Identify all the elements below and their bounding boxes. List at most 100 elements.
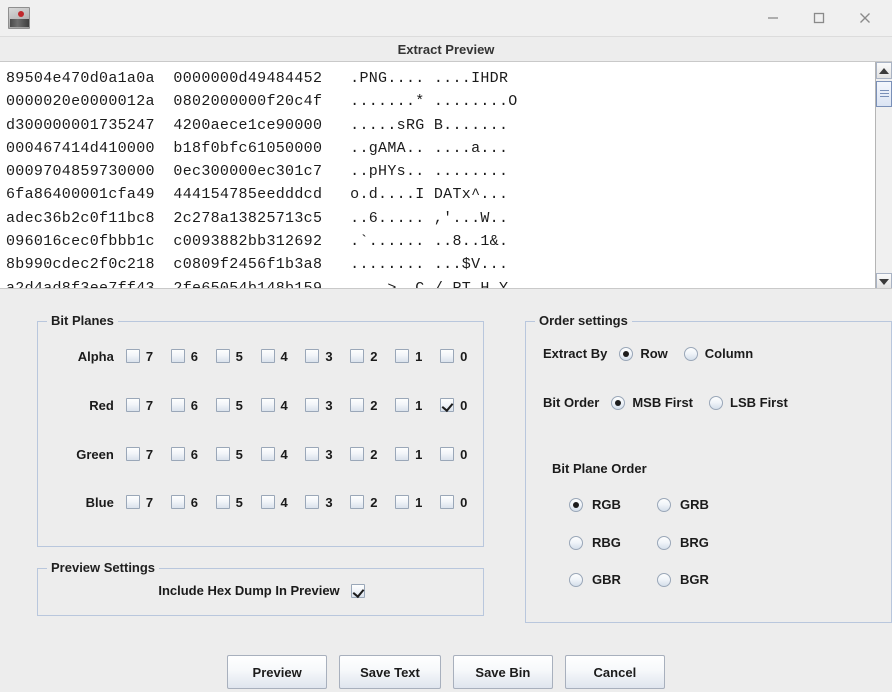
- bit-plane-cell-alpha-0[interactable]: 0: [440, 349, 485, 364]
- bit-checkbox-blue-3[interactable]: [305, 495, 320, 509]
- radio-bit-plane-order-rbg[interactable]: RBG: [569, 535, 621, 550]
- bit-plane-cell-blue-1[interactable]: 1: [395, 495, 440, 510]
- bit-checkbox-alpha-3[interactable]: [305, 349, 320, 363]
- bit-checkbox-alpha-5[interactable]: [215, 349, 230, 363]
- bit-checkbox-blue-1[interactable]: [395, 495, 410, 509]
- bit-plane-cell-blue-4[interactable]: 4: [260, 495, 306, 510]
- bit-plane-cell-green-0[interactable]: 0: [440, 447, 485, 462]
- bit-checkbox-alpha-6[interactable]: [170, 349, 185, 363]
- include-hex-dump-checkbox[interactable]: [350, 583, 365, 598]
- bit-checkbox-red-7[interactable]: [125, 398, 140, 412]
- bit-checkbox-red-1[interactable]: [395, 398, 410, 412]
- bit-checkbox-red-4[interactable]: [260, 398, 275, 412]
- maximize-icon[interactable]: [796, 0, 842, 36]
- scrollbar-track[interactable]: [876, 79, 892, 273]
- bit-checkbox-green-6[interactable]: [170, 447, 185, 461]
- bit-plane-cell-red-6[interactable]: 6: [170, 398, 216, 413]
- save-text-button[interactable]: Save Text: [339, 655, 441, 689]
- bit-checkbox-red-3[interactable]: [305, 398, 320, 412]
- scroll-up-icon[interactable]: [876, 62, 892, 79]
- hex-dump-line: d300000001735247 4200aece1ce90000 .....s…: [6, 114, 862, 137]
- radio-extract-by-column[interactable]: Column: [683, 346, 753, 361]
- bit-plane-cell-green-3[interactable]: 3: [305, 447, 350, 462]
- radio-bit-plane-order-brg[interactable]: BRG: [657, 535, 709, 550]
- bit-plane-cell-red-5[interactable]: 5: [215, 398, 261, 413]
- bit-checkbox-red-0[interactable]: [440, 398, 455, 412]
- bit-plane-cell-red-3[interactable]: 3: [305, 398, 350, 413]
- bit-plane-cell-red-2[interactable]: 2: [350, 398, 395, 413]
- bit-plane-cell-red-7[interactable]: 7: [125, 398, 171, 413]
- bit-checkbox-alpha-0[interactable]: [440, 349, 455, 363]
- bit-plane-cell-green-2[interactable]: 2: [350, 447, 395, 462]
- bit-checkbox-blue-2[interactable]: [350, 495, 365, 509]
- bit-checkbox-green-1[interactable]: [395, 447, 410, 461]
- bit-plane-cell-blue-5[interactable]: 5: [215, 495, 261, 510]
- radio-label: GBR: [592, 572, 621, 587]
- bit-checkbox-blue-0[interactable]: [440, 495, 455, 509]
- hex-bytes: adec36b2c0f11bc8 2c278a13825713c5: [6, 209, 323, 227]
- bit-checkbox-red-5[interactable]: [215, 398, 230, 412]
- radio-bit-plane-order-gbr[interactable]: GBR: [569, 572, 621, 587]
- bit-plane-cell-red-0[interactable]: 0: [440, 398, 485, 413]
- bit-checkbox-alpha-4[interactable]: [260, 349, 275, 363]
- hex-dump-view[interactable]: 89504e470d0a1a0a 0000000d49484452 .PNG..…: [0, 61, 892, 289]
- bit-plane-cell-red-1[interactable]: 1: [395, 398, 440, 413]
- bit-plane-cell-green-6[interactable]: 6: [170, 447, 216, 462]
- bit-checkbox-blue-5[interactable]: [215, 495, 230, 509]
- bit-plane-cell-alpha-6[interactable]: 6: [170, 349, 216, 364]
- dialog-button-bar: Preview Save Text Save Bin Cancel: [0, 655, 892, 689]
- radio-indicator-icon: [657, 572, 671, 587]
- ascii-bytes: ....>..C /.PT.H.Y: [322, 279, 509, 289]
- radio-bit-plane-order-bgr[interactable]: BGR: [657, 572, 709, 587]
- preview-button[interactable]: Preview: [227, 655, 328, 689]
- bit-checkbox-alpha-7[interactable]: [125, 349, 140, 363]
- bit-checkbox-alpha-2[interactable]: [350, 349, 365, 363]
- bit-plane-channel-label: Blue: [85, 494, 114, 510]
- hex-dump-scrollbar[interactable]: [875, 62, 892, 288]
- bit-plane-cell-blue-0[interactable]: 0: [440, 495, 485, 510]
- bit-plane-cell-alpha-3[interactable]: 3: [305, 349, 350, 364]
- cancel-button[interactable]: Cancel: [564, 655, 665, 689]
- radio-bit-plane-order-rgb[interactable]: RGB: [569, 497, 621, 512]
- bit-plane-cell-blue-6[interactable]: 6: [170, 495, 216, 510]
- bit-plane-cell-green-1[interactable]: 1: [395, 447, 440, 462]
- radio-bit-plane-order-grb[interactable]: GRB: [657, 497, 709, 512]
- minimize-icon[interactable]: [750, 0, 796, 36]
- bit-planes-panel: Bit Planes Alpha 7 6 5 4 3 2 1 0 Red 7 6 5 4 3 2 1 0 Gre…: [37, 313, 485, 547]
- bit-plane-cell-alpha-2[interactable]: 2: [350, 349, 395, 364]
- radio-bit-order-msb-first[interactable]: MSB First: [611, 395, 693, 410]
- bit-plane-cell-blue-3[interactable]: 3: [305, 495, 350, 510]
- radio-bit-order-lsb-first[interactable]: LSB First: [709, 395, 788, 410]
- hex-dump-line: 000467414d410000 b18f0bfc61050000 ..gAMA…: [6, 137, 862, 160]
- bit-checkbox-green-4[interactable]: [260, 447, 275, 461]
- bit-checkbox-green-5[interactable]: [215, 447, 230, 461]
- bit-checkbox-green-0[interactable]: [440, 447, 455, 461]
- bit-plane-cell-blue-7[interactable]: 7: [125, 495, 171, 510]
- bit-checkbox-red-2[interactable]: [350, 398, 365, 412]
- radio-extract-by-row[interactable]: Row: [619, 346, 668, 361]
- bit-checkbox-green-3[interactable]: [305, 447, 320, 461]
- bit-checkbox-red-6[interactable]: [170, 398, 185, 412]
- bit-checkbox-blue-6[interactable]: [170, 495, 185, 509]
- bit-checkbox-blue-7[interactable]: [125, 495, 140, 509]
- hex-bytes: 096016cec0fbbb1c c0093882bb312692: [6, 233, 323, 251]
- bit-plane-cell-alpha-5[interactable]: 5: [215, 349, 261, 364]
- bit-plane-cell-red-4[interactable]: 4: [260, 398, 306, 413]
- bit-plane-channel-label: Green: [76, 446, 114, 462]
- bit-checkbox-green-7[interactable]: [125, 447, 140, 461]
- bit-plane-cell-green-5[interactable]: 5: [215, 447, 261, 462]
- bit-checkbox-green-2[interactable]: [350, 447, 365, 461]
- close-icon[interactable]: [842, 0, 888, 36]
- bit-plane-cell-alpha-4[interactable]: 4: [260, 349, 306, 364]
- scroll-down-icon[interactable]: [876, 273, 892, 288]
- save-bin-button[interactable]: Save Bin: [452, 655, 553, 689]
- bit-plane-cell-blue-2[interactable]: 2: [350, 495, 395, 510]
- bit-checkbox-alpha-1[interactable]: [395, 349, 410, 363]
- bit-checkbox-blue-4[interactable]: [260, 495, 275, 509]
- bit-plane-cell-green-4[interactable]: 4: [260, 447, 306, 462]
- scrollbar-thumb[interactable]: [876, 81, 892, 107]
- bit-plane-cell-green-7[interactable]: 7: [125, 447, 171, 462]
- bit-plane-cell-alpha-7[interactable]: 7: [125, 349, 171, 364]
- bit-number-label: 0: [460, 446, 468, 462]
- bit-plane-cell-alpha-1[interactable]: 1: [395, 349, 440, 364]
